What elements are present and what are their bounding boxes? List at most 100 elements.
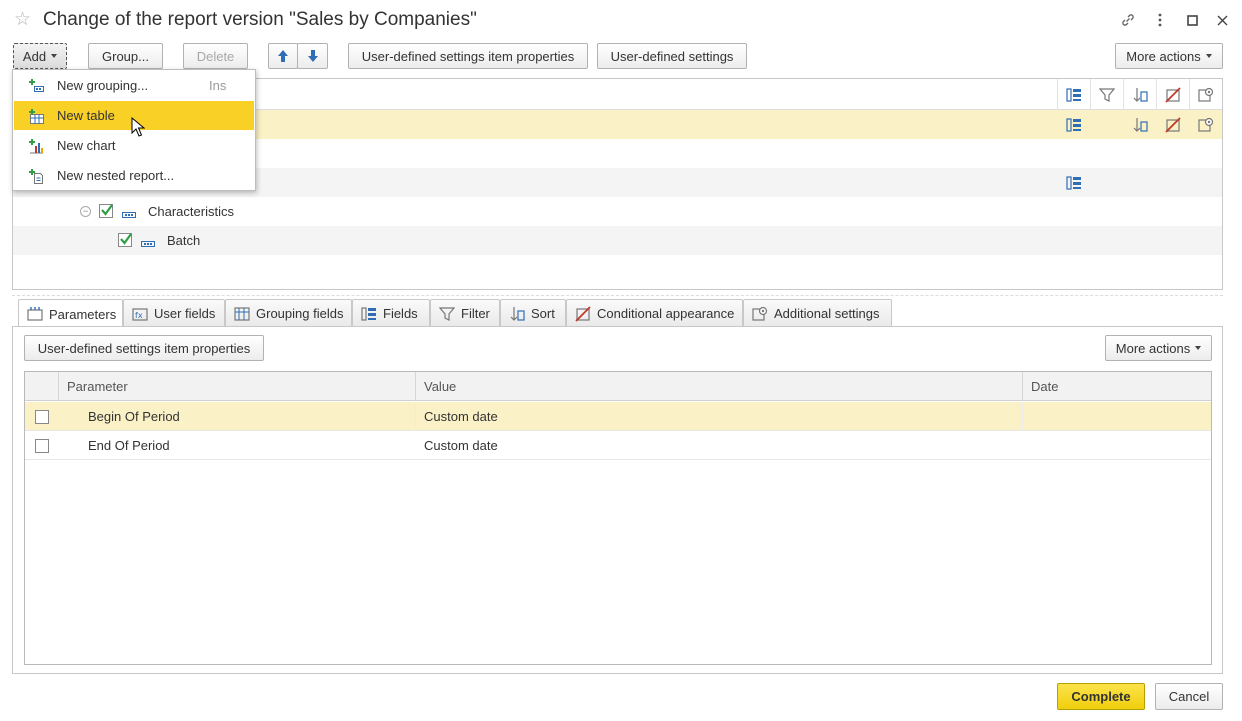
sort-icon: [1123, 110, 1156, 139]
menu-item-label: New table: [57, 108, 115, 123]
table-icon: [29, 109, 44, 124]
tab-label: Parameters: [49, 306, 117, 322]
additional-settings-column-icon[interactable]: [1189, 79, 1222, 110]
maximize-icon[interactable]: [1181, 10, 1203, 30]
parameters-table[interactable]: Parameter Value Date Begin Of Period Cus…: [24, 371, 1212, 665]
tab-user-fields[interactable]: fx User fields: [123, 299, 225, 327]
value-cell[interactable]: Custom date: [416, 431, 1023, 460]
column-header-date[interactable]: Date: [1023, 372, 1213, 401]
grouping-icon: [29, 79, 44, 92]
tab-parameters[interactable]: Parameters: [18, 299, 123, 328]
collapse-toggle-icon[interactable]: −: [80, 206, 91, 217]
tab-label: Fields: [383, 306, 418, 321]
fields-icon: [1057, 110, 1090, 139]
batch-checkbox[interactable]: [118, 233, 132, 247]
menu-item-new-nested-report[interactable]: New nested report...: [14, 161, 254, 190]
cancel-button[interactable]: Cancel: [1155, 683, 1223, 710]
parameters-more-actions-button[interactable]: More actions: [1105, 335, 1212, 361]
group-button[interactable]: Group...: [88, 43, 163, 69]
tab-label: Conditional appearance: [597, 306, 735, 321]
fields-icon: [361, 306, 376, 321]
parameters-panel: User-defined settings item properties Mo…: [12, 326, 1223, 674]
chevron-down-icon: [1205, 54, 1212, 58]
tree-row-batch[interactable]: Batch: [13, 226, 1222, 255]
menu-item-label: New grouping...: [57, 78, 149, 93]
tab-label: Additional settings: [774, 306, 880, 321]
arrow-up-icon: [278, 50, 288, 62]
user-settings-button[interactable]: User-defined settings: [597, 43, 747, 69]
tree-node-label: Characteristics: [148, 204, 234, 219]
move-up-button[interactable]: [268, 43, 298, 69]
more-actions-button[interactable]: More actions: [1115, 43, 1223, 69]
link-icon[interactable]: [1117, 10, 1139, 30]
row-checkbox-cell: [25, 431, 59, 460]
more-actions-label: More actions: [1126, 48, 1201, 64]
tab-label: Grouping fields: [256, 306, 344, 321]
column-header-parameter[interactable]: Parameter: [59, 372, 416, 401]
chevron-down-icon: [51, 54, 58, 58]
row-checkbox[interactable]: [35, 438, 49, 453]
window-title: Change of the report version "Sales by C…: [43, 9, 477, 30]
value-cell[interactable]: Custom date: [416, 402, 1023, 431]
fields-column-icon[interactable]: [1057, 79, 1090, 110]
row-checkbox-cell: [25, 402, 59, 431]
nested-report-icon: [29, 169, 43, 184]
chevron-down-icon: [1195, 346, 1202, 350]
table-header: Parameter Value Date: [25, 372, 1211, 401]
grouping-icon: [141, 236, 155, 251]
sort-icon: [510, 306, 525, 321]
tab-label: Filter: [461, 306, 490, 321]
complete-button[interactable]: Complete: [1057, 683, 1145, 710]
table-row[interactable]: End Of Period Custom date: [25, 431, 1211, 460]
close-icon[interactable]: [1211, 10, 1233, 30]
characteristics-checkbox[interactable]: [99, 204, 113, 218]
menu-item-label: New chart: [57, 138, 116, 153]
conditional-appearance-icon: [575, 305, 591, 322]
menu-item-new-grouping[interactable]: New grouping... Ins: [14, 71, 254, 100]
tab-label: User fields: [154, 306, 216, 321]
conditional-appearance-icon: [1156, 110, 1189, 139]
checkbox-column-header: [25, 372, 59, 401]
parameter-cell: End Of Period: [88, 438, 170, 453]
title-bar: ☆ Change of the report version "Sales by…: [0, 0, 1242, 40]
parameters-icon: [27, 307, 43, 321]
fields-icon: [1057, 168, 1090, 197]
tab-conditional-appearance[interactable]: Conditional appearance: [566, 299, 743, 327]
tree-node-label: Batch: [167, 233, 201, 248]
table-row[interactable]: Begin Of Period Custom date: [25, 402, 1211, 431]
svg-text:fx: fx: [135, 311, 143, 320]
column-header-value[interactable]: Value: [416, 372, 1023, 401]
tab-label: Sort: [531, 306, 555, 321]
tab-grouping-fields[interactable]: Grouping fields: [225, 299, 352, 327]
mouse-cursor-icon: [131, 117, 145, 137]
additional-settings-icon: [752, 306, 768, 321]
delete-button[interactable]: Delete: [183, 43, 248, 69]
grouping-fields-icon: [234, 306, 250, 321]
menu-item-label: New nested report...: [57, 168, 175, 183]
parameter-cell: Begin Of Period: [59, 402, 416, 431]
sort-column-icon[interactable]: [1123, 79, 1156, 110]
arrow-down-icon: [307, 50, 318, 62]
filter-icon: [439, 306, 455, 321]
move-down-button[interactable]: [297, 43, 328, 69]
filter-column-icon[interactable]: [1090, 79, 1123, 110]
tab-filter[interactable]: Filter: [430, 299, 500, 327]
parameters-item-properties-button[interactable]: User-defined settings item properties: [24, 335, 264, 361]
add-button-label: Add: [22, 48, 47, 64]
tree-row-characteristics[interactable]: − Characteristics: [13, 197, 1222, 226]
date-cell[interactable]: [1023, 431, 1213, 460]
tab-sort[interactable]: Sort: [500, 299, 566, 327]
conditional-appearance-column-icon[interactable]: [1156, 79, 1189, 110]
additional-settings-icon: [1189, 110, 1222, 139]
more-actions-label: More actions: [1115, 340, 1191, 356]
add-button[interactable]: Add: [13, 43, 67, 69]
chart-icon: [29, 139, 43, 154]
row-checkbox[interactable]: [35, 409, 49, 424]
more-vertical-icon[interactable]: [1149, 10, 1171, 30]
tab-additional-settings[interactable]: Additional settings: [743, 299, 892, 327]
favorite-star-icon[interactable]: ☆: [14, 10, 31, 30]
date-cell[interactable]: [1023, 402, 1213, 431]
splitter[interactable]: [12, 295, 1223, 296]
item-properties-button[interactable]: User-defined settings item properties: [348, 43, 588, 69]
tab-fields[interactable]: Fields: [352, 299, 430, 327]
